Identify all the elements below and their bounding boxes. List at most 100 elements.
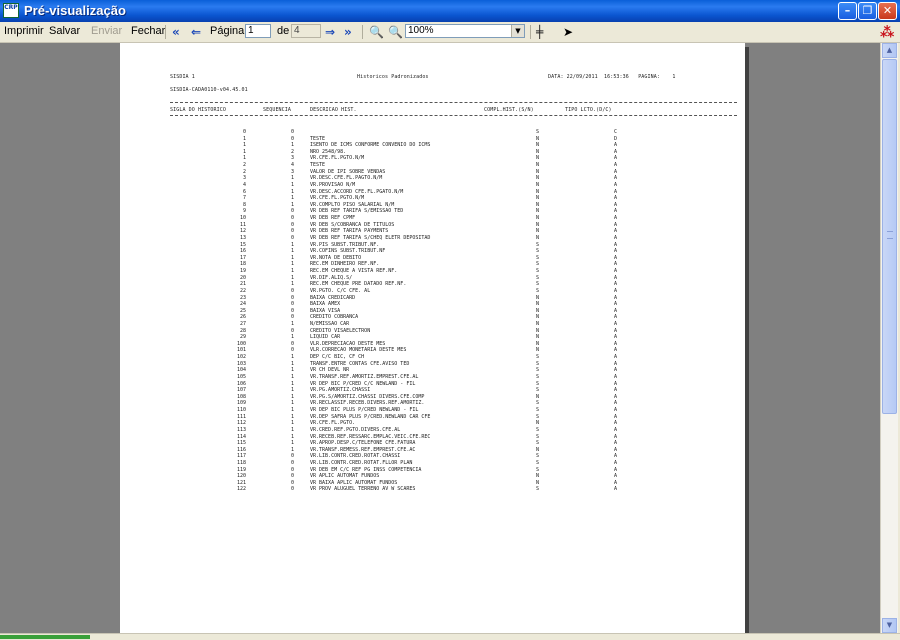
row-compl: N [536, 188, 540, 195]
first-page-icon[interactable]: « [172, 25, 180, 39]
zoom-out-icon[interactable]: 🔍 [369, 25, 384, 39]
maximize-button[interactable]: ❐ [858, 2, 877, 20]
chevron-down-icon: ▼ [886, 621, 893, 629]
row-compl: N [536, 340, 540, 347]
row-sigla: 28 [239, 327, 246, 334]
row-descricao: VR.PG.AMORTIZ.CHASSI [310, 387, 371, 394]
save-button[interactable]: Salvar [49, 25, 80, 37]
row-descricao: REC.EM CHEQUE A VISTA REF.NF. [310, 268, 398, 275]
row-descricao: VR DEB REF CPMF [310, 215, 356, 222]
row-compl: N [536, 327, 540, 334]
row-compl: S [536, 373, 540, 380]
table-row: 116 1 VR.TRANSF.REMESS.REF.EMPREST.CFE.AC N… [120, 447, 745, 453]
row-sequencia: 1 [290, 413, 294, 420]
row-descricao: NRO 2548/98. [310, 148, 347, 155]
print-button[interactable]: Imprimir [4, 25, 44, 37]
row-sequencia: 0 [290, 228, 294, 235]
row-sequencia: 1 [290, 393, 294, 400]
row-sequencia: 0 [290, 314, 294, 321]
row-tipo: A [614, 360, 618, 367]
row-tipo: A [614, 393, 618, 400]
table-row: 9 0 VR DEB REF TARIFA S/EMISSAO TED N A [120, 208, 745, 215]
row-sigla: 13 [239, 234, 246, 241]
vertical-scrollbar[interactable]: ▲ ▼ [880, 43, 898, 633]
row-descricao: CREDITO VISAELECTRON [310, 327, 371, 334]
minimize-button[interactable]: – [838, 2, 857, 20]
row-compl: S [536, 440, 540, 447]
table-row: 118 0 VR.LIB.CONTR.CRED.ROTAT.FLLOR PLAN S A [120, 460, 745, 466]
row-descricao: N/EMISSAO CAR [310, 320, 350, 327]
table-row: 105 1 VR.TRANSF.REF.AMORTIZ.EMPREST.CFE.AL… [120, 373, 745, 380]
row-sequencia: 1 [290, 367, 294, 374]
of-label: de [277, 25, 290, 37]
row-tipo: A [614, 148, 618, 155]
row-tipo: A [614, 334, 618, 341]
row-compl: S [536, 380, 540, 387]
row-compl: N [536, 314, 540, 321]
row-sequencia: 1 [290, 142, 294, 149]
row-compl: N [536, 175, 540, 182]
row-sequencia: 0 [290, 234, 294, 241]
table-row: 19 1 REC.EM CHEQUE A VISTA REF.NF. S A [120, 268, 745, 275]
row-descricao: VR.PROVISAO N/M [310, 181, 356, 188]
row-sequencia: 0 [290, 208, 294, 215]
row-sequencia: 0 [290, 466, 294, 473]
table-row: 25 0 BAIXA VISA N A [120, 307, 745, 314]
row-sigla: 25 [239, 307, 246, 314]
col-header-descricao: DESCRICAO HIST. [310, 107, 357, 113]
preview-area[interactable]: SISDIA 1 Historicos Padronizados DATA: 2… [0, 43, 880, 638]
row-compl: S [536, 281, 540, 288]
row-compl: N [536, 234, 540, 241]
row-sigla: 113 [236, 426, 246, 433]
zoom-select[interactable]: 100% ▼ [405, 24, 525, 38]
row-descricao: TESTE [310, 162, 326, 169]
row-tipo: A [614, 195, 618, 202]
last-page-icon[interactable]: » [344, 25, 352, 39]
send-button[interactable]: Enviar [91, 25, 122, 37]
row-compl: N [536, 294, 540, 301]
page-number-input[interactable]: 1 [245, 24, 271, 38]
table-row: 27 1 N/EMISSAO CAR N A [120, 320, 745, 327]
row-sigla: 112 [236, 420, 246, 427]
row-compl: S [536, 287, 540, 294]
row-descricao: VR PROV ALUGUEL TERRENO AV W SCARES [310, 486, 416, 493]
row-sigla: 110 [236, 407, 246, 414]
row-tipo: A [614, 486, 618, 493]
row-descricao: TRANSF.ENTRE CONTAS CFE.AVISO TED [310, 360, 410, 367]
table-row: 115 1 VR.APROP.DESP.C/TELEFONE CFE.FATURA S… [120, 440, 745, 447]
table-row: 23 0 BAIXA CREDICARD N A [120, 294, 745, 301]
next-page-icon[interactable]: ⇒ [325, 25, 335, 39]
scroll-down-button[interactable]: ▼ [882, 618, 897, 633]
row-sigla: 1 [242, 135, 246, 142]
row-tipo: A [614, 254, 618, 261]
row-descricao: LIQUID CAR [310, 334, 341, 341]
row-sequencia: 4 [290, 162, 294, 169]
chevron-down-icon[interactable]: ▼ [511, 25, 524, 37]
zoom-value: 100% [408, 25, 434, 36]
row-sigla: 122 [236, 486, 246, 493]
row-compl: S [536, 241, 540, 248]
row-descricao: VALOR DE IPI SOBRE VENDAS [310, 168, 386, 175]
scroll-up-button[interactable]: ▲ [882, 43, 897, 58]
close-preview-button[interactable]: Fechar [131, 25, 165, 37]
table-row: 16 1 VR.COFINS SUBST.TRIBUT.NF S A [120, 248, 745, 255]
maximize-icon: ❐ [862, 4, 873, 17]
page-width-icon[interactable]: ╪ [536, 25, 543, 39]
close-window-button[interactable]: ✕ [878, 2, 897, 20]
previous-page-icon[interactable]: ⇐ [191, 25, 201, 39]
row-sigla: 109 [236, 400, 246, 407]
row-compl: S [536, 261, 540, 268]
total-pages-field: 4 [291, 24, 321, 38]
pointer-icon[interactable]: ➤ [563, 25, 573, 39]
row-compl: S [536, 407, 540, 414]
row-sigla: 101 [236, 347, 246, 354]
scroll-thumb[interactable] [882, 59, 897, 414]
row-compl: S [536, 248, 540, 255]
row-descricao: VR.APROP.DESP.C/TELEFONE CFE.FATURA [310, 440, 416, 447]
row-tipo: D [614, 135, 618, 142]
row-compl: S [536, 254, 540, 261]
zoom-in-icon[interactable]: 🔍 [388, 25, 403, 39]
table-row: 7 1 VR.CFE.FL.PGTO.N/M N A [120, 195, 745, 202]
col-header-sigla: SIGLA DO HISTORICO [170, 107, 226, 113]
row-tipo: A [614, 281, 618, 288]
